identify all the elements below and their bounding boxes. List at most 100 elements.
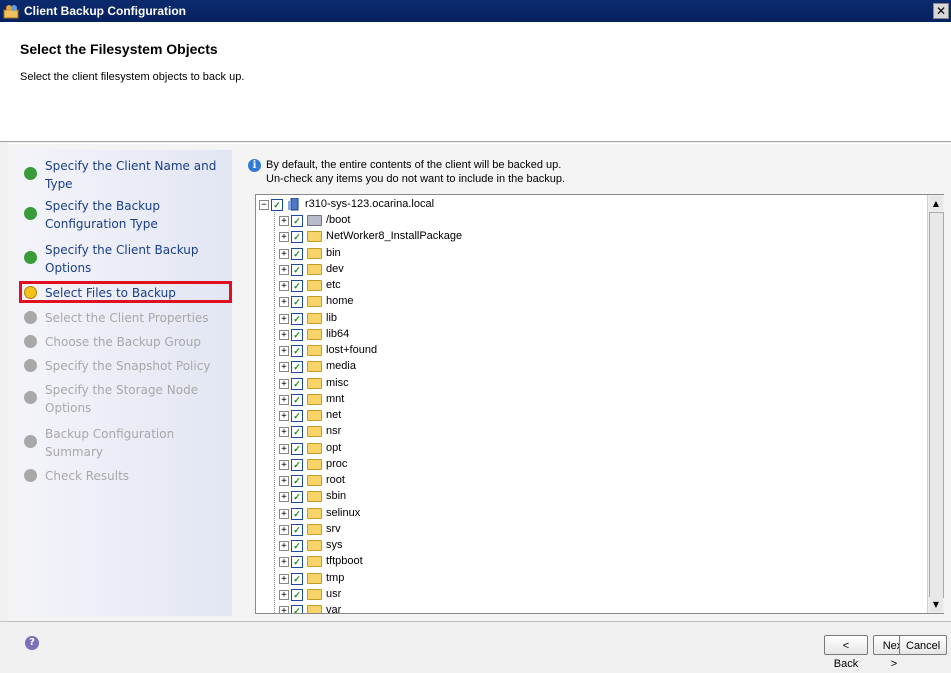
expand-icon[interactable]: + <box>279 557 289 568</box>
tree-item-row[interactable]: + ✓ selinux <box>256 506 924 522</box>
tree-item-row[interactable]: + ✓ dev <box>256 262 924 278</box>
item-checkbox[interactable]: ✓ <box>291 507 303 520</box>
item-checkbox[interactable]: ✓ <box>291 475 303 487</box>
item-checkbox[interactable]: ✓ <box>291 231 303 244</box>
item-checkbox[interactable]: ✓ <box>291 328 303 341</box>
item-checkbox[interactable]: ✓ <box>291 377 303 390</box>
window-title: Client Backup Configuration <box>24 4 186 18</box>
expand-icon[interactable]: + <box>279 606 289 613</box>
tree-item-label: net <box>326 409 342 421</box>
expand-icon[interactable]: + <box>279 346 289 356</box>
folder-icon <box>307 296 322 308</box>
expand-icon[interactable]: + <box>279 362 289 373</box>
info-line-1: By default, the entire contents of the c… <box>266 159 562 171</box>
tree-item-row[interactable]: + ✓ tftpboot <box>256 554 924 570</box>
drive-icon <box>307 215 322 226</box>
expand-icon[interactable]: + <box>279 216 289 226</box>
item-checkbox[interactable]: ✓ <box>291 393 303 406</box>
item-checkbox[interactable]: ✓ <box>291 410 303 422</box>
expand-icon[interactable]: + <box>279 378 289 389</box>
tree-item-row[interactable]: + ✓ usr <box>256 587 924 603</box>
tree-item-row[interactable]: + ✓ lib <box>256 311 924 327</box>
expand-icon[interactable]: + <box>279 524 289 535</box>
expand-icon[interactable]: + <box>279 541 289 551</box>
tree-item-row[interactable]: + ✓ home <box>256 294 924 310</box>
tree-item-label: lib <box>326 311 338 324</box>
tree-item-row[interactable]: + ✓ media <box>256 359 924 375</box>
item-checkbox[interactable]: ✓ <box>291 442 303 455</box>
item-checkbox[interactable]: ✓ <box>291 572 303 585</box>
tree-item-row[interactable]: + ✓ nsr <box>256 424 924 440</box>
folder-icon <box>307 377 322 389</box>
tree-root-row[interactable]: − ✓ r310-sys-123.ocarina.local <box>256 197 924 213</box>
item-checkbox[interactable]: ✓ <box>291 556 303 569</box>
expand-icon[interactable]: + <box>279 443 289 454</box>
tree-item-row[interactable]: + ✓ sbin <box>256 489 924 505</box>
expand-icon[interactable]: + <box>279 459 289 470</box>
item-checkbox[interactable]: ✓ <box>291 605 303 613</box>
expand-icon[interactable]: + <box>279 264 289 275</box>
tree-item-row[interactable]: + ✓ mnt <box>256 392 924 408</box>
step-label: Check Results <box>45 469 130 483</box>
tree-item-row[interactable]: + ✓ /boot <box>256 213 924 229</box>
tree-item-row[interactable]: + ✓ lost+found <box>256 343 924 359</box>
title-bar: Client Backup Configuration ✕ <box>0 0 951 22</box>
folder-icon <box>307 426 322 438</box>
expand-icon[interactable]: + <box>279 508 289 519</box>
item-checkbox[interactable]: ✓ <box>291 280 303 292</box>
expand-icon[interactable]: + <box>279 281 289 291</box>
expand-icon[interactable]: + <box>279 411 289 421</box>
expand-icon[interactable]: + <box>279 248 289 259</box>
item-checkbox[interactable]: ✓ <box>291 215 303 227</box>
item-checkbox[interactable]: ✓ <box>291 540 303 552</box>
tree-item-row[interactable]: + ✓ etc <box>256 278 924 294</box>
close-button[interactable]: ✕ <box>933 3 949 19</box>
expand-icon[interactable]: + <box>279 476 289 486</box>
tree-item-row[interactable]: + ✓ lib64 <box>256 327 924 343</box>
expand-icon[interactable]: + <box>279 394 289 405</box>
expand-icon[interactable]: + <box>279 232 289 243</box>
tree-item-row[interactable]: + ✓ proc <box>256 457 924 473</box>
tree-item-row[interactable]: + ✓ misc <box>256 376 924 392</box>
item-checkbox[interactable]: ✓ <box>291 361 303 374</box>
tree-item-row[interactable]: + ✓ NetWorker8_InstallPackage <box>256 229 924 245</box>
tree-item-row[interactable]: + ✓ srv <box>256 522 924 538</box>
item-checkbox[interactable]: ✓ <box>291 263 303 276</box>
folder-icon <box>307 507 322 519</box>
tree-item-row[interactable]: + ✓ var <box>256 603 924 613</box>
scroll-down-icon[interactable]: ▼ <box>929 597 943 612</box>
item-checkbox[interactable]: ✓ <box>291 312 303 325</box>
item-checkbox[interactable]: ✓ <box>291 491 303 504</box>
tree-item-row[interactable]: + ✓ tmp <box>256 571 924 587</box>
tree-item-row[interactable]: + ✓ sys <box>256 538 924 554</box>
filesystem-tree[interactable]: − ✓ r310-sys-123.ocarina.local + ✓/boot + ✓… <box>255 194 944 614</box>
item-checkbox[interactable]: ✓ <box>291 247 303 260</box>
item-checkbox[interactable]: ✓ <box>291 458 303 471</box>
expand-icon[interactable]: + <box>279 492 289 503</box>
expand-icon[interactable]: + <box>279 589 289 600</box>
tree-item-row[interactable]: + ✓ opt <box>256 441 924 457</box>
tree-item-row[interactable]: + ✓ root <box>256 473 924 489</box>
item-checkbox[interactable]: ✓ <box>291 345 303 357</box>
expand-icon[interactable]: + <box>279 329 289 340</box>
cancel-button[interactable]: Cancel <box>899 635 947 655</box>
scroll-thumb[interactable] <box>929 212 944 598</box>
tree-scrollbar[interactable]: ▲ ▼ <box>927 195 944 613</box>
folder-icon <box>307 588 322 600</box>
tree-item-row[interactable]: + ✓ net <box>256 408 924 424</box>
back-button[interactable]: < Back <box>824 635 868 670</box>
tree-item-label: tftpboot <box>326 555 363 568</box>
scroll-up-icon[interactable]: ▲ <box>929 196 943 211</box>
expand-icon[interactable]: + <box>279 297 289 308</box>
expand-icon[interactable]: + <box>279 573 289 584</box>
root-checkbox[interactable]: ✓ <box>271 199 283 211</box>
item-checkbox[interactable]: ✓ <box>291 588 303 601</box>
expand-icon[interactable]: + <box>279 313 289 324</box>
collapse-icon[interactable]: − <box>259 200 269 210</box>
expand-icon[interactable]: + <box>279 427 289 438</box>
tree-item-row[interactable]: + ✓ bin <box>256 246 924 262</box>
item-checkbox[interactable]: ✓ <box>291 523 303 536</box>
item-checkbox[interactable]: ✓ <box>291 426 303 439</box>
item-checkbox[interactable]: ✓ <box>291 296 303 309</box>
help-icon[interactable]: ? <box>25 636 39 650</box>
